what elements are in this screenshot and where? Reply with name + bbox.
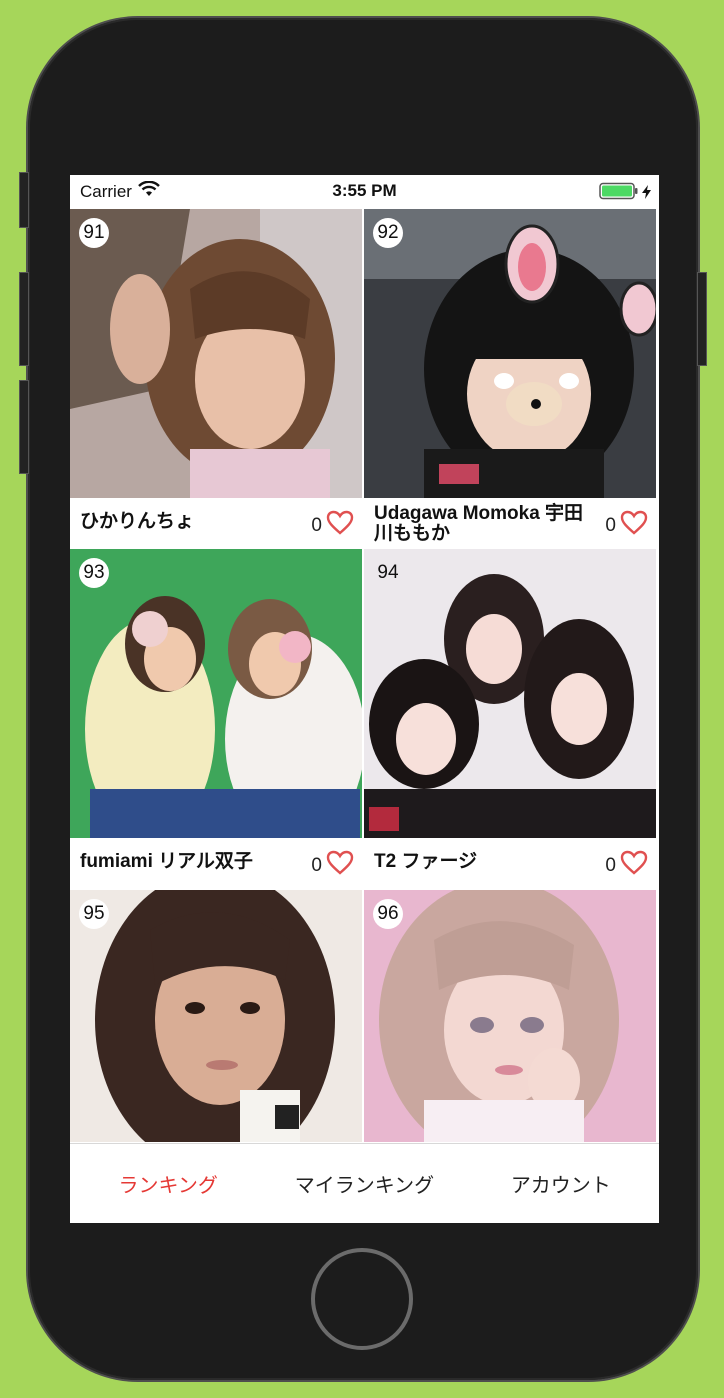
profile-photo[interactable] [364,890,656,1142]
idol-name: ひかりんちょ [80,511,195,532]
heart-icon[interactable] [620,850,648,881]
rank-badge: 96 [373,899,403,929]
idol-name: T2 ファージ [374,851,478,872]
card-info: fumiami リアル双子 0 [70,838,362,888]
profile-photo[interactable] [70,549,362,838]
home-button[interactable] [311,1248,413,1350]
profile-photo[interactable] [70,209,362,498]
status-time: 3:55 PM [332,181,397,200]
tab-my-ranking[interactable]: マイランキング [266,1169,462,1198]
tab-bar: ランキング マイランキング アカウント [70,1143,659,1223]
idol-name: Udagawa Momoka 宇田川ももか [374,503,584,544]
profile-photo[interactable] [364,209,656,498]
like-group[interactable]: 0 [311,850,354,881]
idol-name: fumiami リアル双子 [80,851,253,872]
card-info: T2 ファージ 0 [364,838,656,888]
tab-ranking[interactable]: ランキング [70,1169,266,1198]
heart-icon[interactable] [620,510,648,541]
like-group[interactable]: 0 [311,510,354,541]
like-count: 0 [605,514,616,536]
like-group[interactable]: 0 [605,510,648,541]
mute-switch [19,172,29,228]
like-group[interactable]: 0 [605,850,648,881]
volume-up-button [19,272,29,366]
rank-badge: 95 [79,899,109,929]
status-bar: Carrier 3:55 PM [70,175,659,209]
volume-down-button [19,380,29,474]
app-screen: Carrier 3:55 PM 91 ひかりんちょ 0 92 Udagawa M… [70,175,659,1223]
power-button [697,272,707,366]
profile-photo[interactable] [70,890,362,1142]
like-count: 0 [605,854,616,876]
profile-photo[interactable] [364,549,656,838]
rank-badge: 91 [79,218,109,248]
battery-group [599,182,651,205]
tab-account[interactable]: アカウント [463,1169,659,1198]
battery-icon [599,182,639,205]
like-count: 0 [311,854,322,876]
card-info: ひかりんちょ 0 [70,498,362,548]
card-info: Udagawa Momoka 宇田川ももか 0 [364,498,656,548]
charging-bolt-icon [642,184,651,204]
rank-badge: 94 [377,562,399,583]
like-count: 0 [311,514,322,536]
rank-badge: 93 [79,558,109,588]
heart-icon[interactable] [326,850,354,881]
rank-badge: 92 [373,218,403,248]
heart-icon[interactable] [326,510,354,541]
